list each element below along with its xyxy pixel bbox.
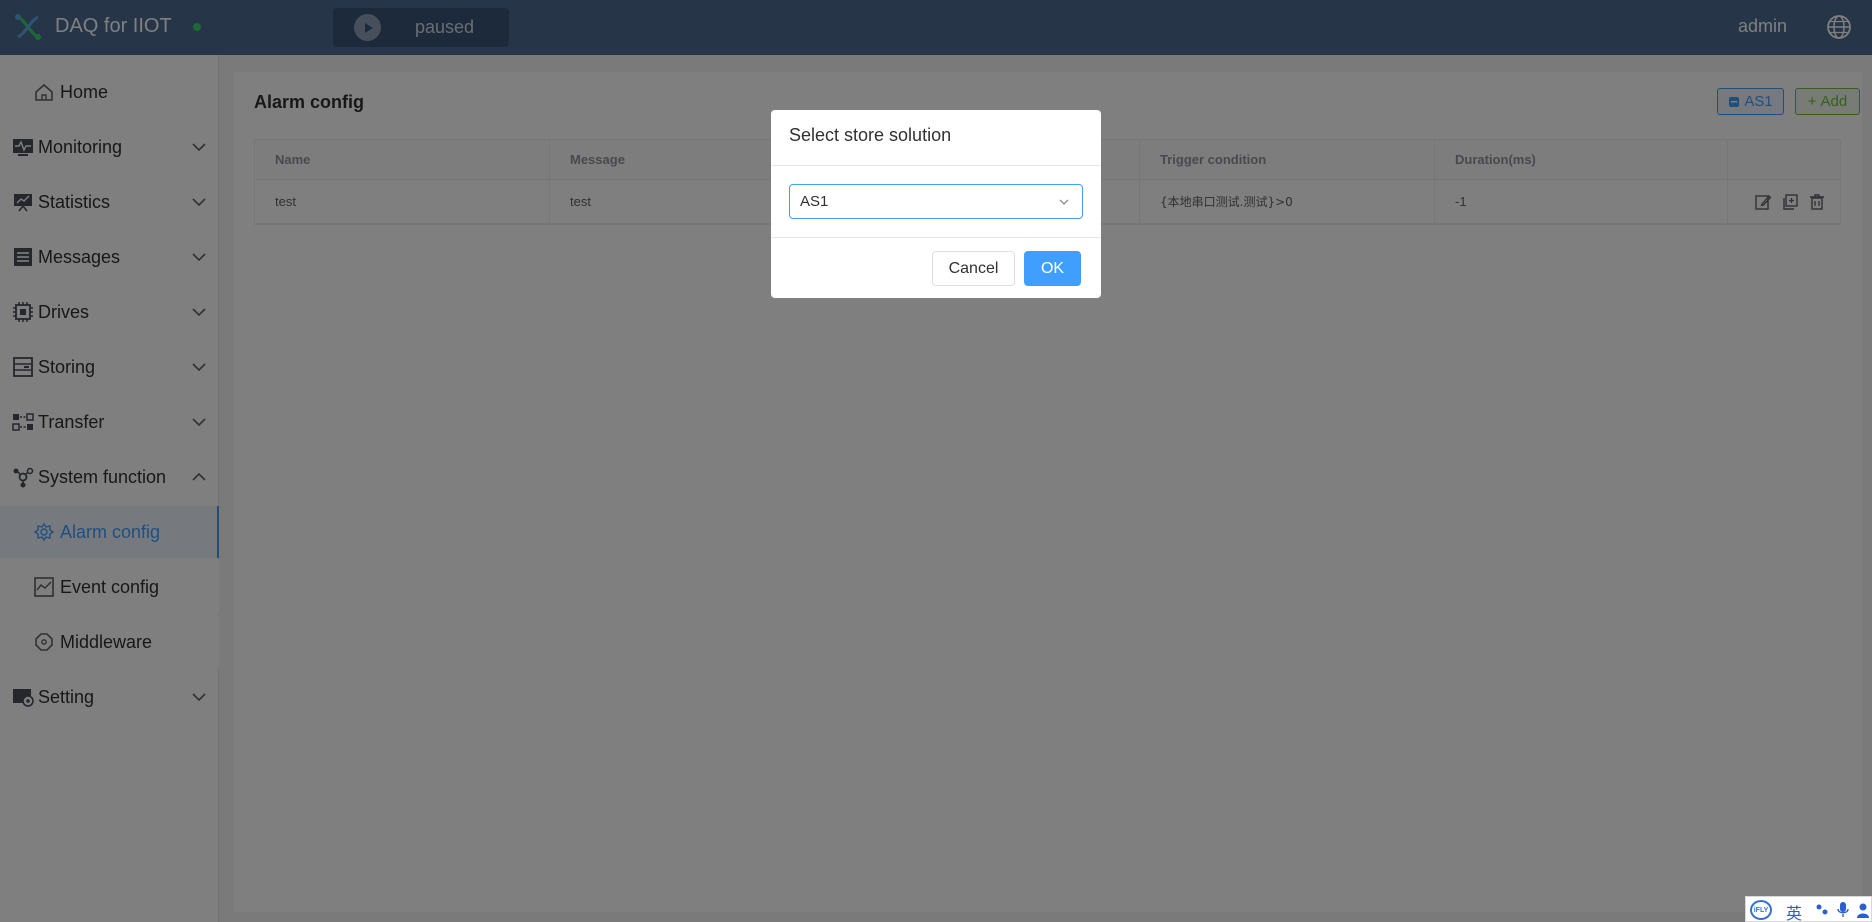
ime-toolbar: iFLY 英 [1745,896,1872,922]
ok-button[interactable]: OK [1024,251,1081,286]
divider [771,165,1101,166]
ime-language-toggle[interactable]: 英 [1786,900,1802,922]
dialog-title: Select store solution [789,125,952,145]
punctuation-icon[interactable] [1815,903,1829,917]
cancel-button[interactable]: Cancel [932,251,1015,286]
divider [771,237,1101,238]
store-solution-select[interactable]: AS1 [789,184,1083,219]
chevron-down-icon [1059,199,1069,205]
select-store-solution-dialog: Select store solution AS1 Cancel OK [771,110,1101,298]
microphone-icon[interactable] [1836,901,1850,919]
select-value: AS1 [800,193,829,210]
ime-logo[interactable]: iFLY [1750,900,1772,920]
user-icon[interactable] [1856,901,1870,919]
